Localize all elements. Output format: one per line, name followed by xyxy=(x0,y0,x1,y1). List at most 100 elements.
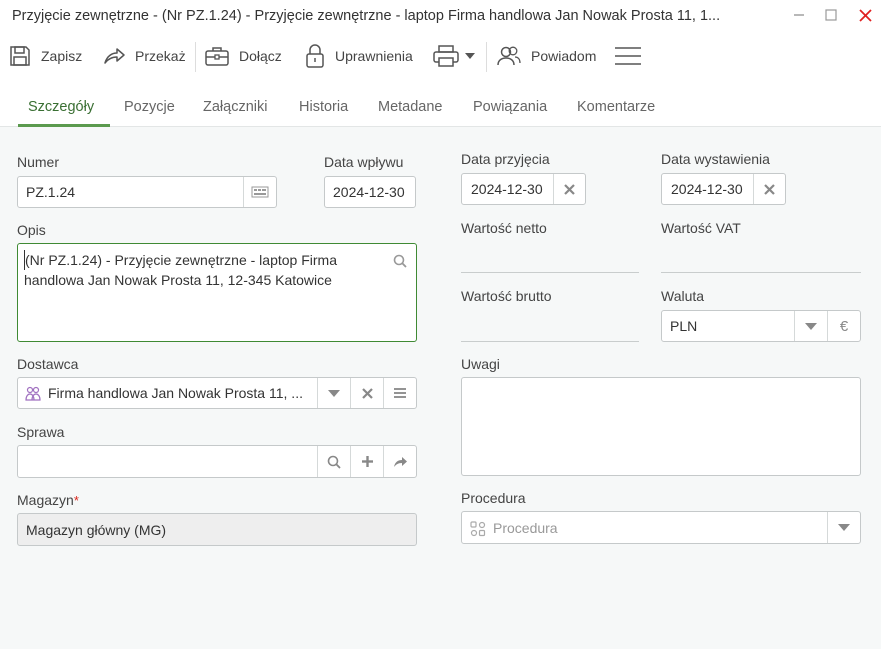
procedura-dropdown-button[interactable] xyxy=(827,512,860,543)
dostawca-dropdown-button[interactable] xyxy=(317,378,350,408)
tab-powiazania[interactable]: Powiązania xyxy=(473,99,547,115)
numer-label: Numer xyxy=(17,154,60,170)
tab-metadane[interactable]: Metadane xyxy=(378,99,443,115)
dostawca-label: Dostawca xyxy=(17,356,79,372)
title-bar: Przyjęcie zewnętrzne - (Nr PZ.1.24) - Pr… xyxy=(0,0,881,32)
wartosc-netto-field[interactable] xyxy=(461,272,639,273)
list-icon xyxy=(394,388,406,398)
wartosc-vat-field[interactable] xyxy=(661,272,861,273)
toolbar-divider xyxy=(195,42,196,72)
sprawa-search-button[interactable] xyxy=(317,446,350,477)
notify-button[interactable]: Powiadom xyxy=(496,40,596,72)
clear-icon xyxy=(361,387,373,399)
users-icon xyxy=(497,46,521,66)
dostawca-value: Firma handlowa Jan Nowak Prosta 11, ... xyxy=(48,385,303,401)
wartosc-brutto-field[interactable] xyxy=(461,341,639,342)
procedura-select[interactable]: Procedura xyxy=(461,511,861,544)
required-marker: * xyxy=(73,493,79,508)
wartosc-vat-label: Wartość VAT xyxy=(661,220,741,236)
briefcase-icon xyxy=(205,47,229,66)
waluta-dropdown-button[interactable] xyxy=(794,311,827,341)
contact-icon xyxy=(25,386,41,405)
data-wplywu-label: Data wpływu xyxy=(324,154,404,170)
share-arrow-icon xyxy=(104,48,125,64)
chevron-down-icon xyxy=(465,53,475,59)
tab-zalaczniki[interactable]: Załączniki xyxy=(203,99,267,115)
toolbar: Zapisz Przekaż Dołącz Uprawnienia Powiad… xyxy=(0,32,881,80)
permissions-label: Uprawnienia xyxy=(335,48,413,64)
notify-label: Powiadom xyxy=(531,48,597,64)
magazyn-value: Magazyn główny (MG) xyxy=(26,521,167,538)
save-label: Zapisz xyxy=(41,48,83,64)
chevron-down-icon xyxy=(838,524,850,531)
attach-button[interactable]: Dołącz xyxy=(204,40,282,72)
tab-komentarze[interactable]: Komentarze xyxy=(577,99,655,115)
data-wplywu-value: 2024-12-30 xyxy=(333,184,405,200)
numer-field[interactable]: PZ.1.24 xyxy=(17,176,277,208)
procedure-icon xyxy=(470,521,486,540)
procedura-placeholder: Procedura xyxy=(493,519,558,536)
numbering-button[interactable] xyxy=(243,177,276,207)
clear-data-wystawienia-button[interactable] xyxy=(753,174,785,204)
data-wystawienia-value: 2024-12-30 xyxy=(671,181,743,197)
printer-icon xyxy=(433,45,459,67)
sprawa-label: Sprawa xyxy=(17,424,65,440)
clear-data-przyjecia-button[interactable] xyxy=(553,174,585,204)
currency-button[interactable]: € xyxy=(827,311,860,341)
uwagi-label: Uwagi xyxy=(461,356,500,372)
close-icon[interactable] xyxy=(854,4,876,26)
data-przyjecia-field[interactable]: 2024-12-30 xyxy=(461,173,586,205)
clear-icon xyxy=(564,183,575,195)
forward-label: Przekaż xyxy=(135,48,186,64)
dostawca-list-button[interactable] xyxy=(383,378,416,408)
save-button[interactable]: Zapisz xyxy=(8,40,82,72)
data-wplywu-field[interactable]: 2024-12-30 xyxy=(324,176,416,208)
magazyn-field: Magazyn główny (MG) xyxy=(17,513,417,546)
search-icon xyxy=(327,455,341,469)
search-icon[interactable] xyxy=(393,254,407,271)
maximize-icon[interactable] xyxy=(820,4,842,26)
opis-label: Opis xyxy=(17,222,46,238)
tab-pozycje[interactable]: Pozycje xyxy=(124,99,175,115)
opis-line-1: (Nr PZ.1.24) - Przyjęcie zewnętrzne - la… xyxy=(24,250,384,270)
procedura-label: Procedura xyxy=(461,490,526,506)
dostawca-field[interactable]: Firma handlowa Jan Nowak Prosta 11, ... xyxy=(17,377,417,409)
data-wystawienia-field[interactable]: 2024-12-30 xyxy=(661,173,786,205)
toolbar-divider xyxy=(486,42,487,72)
tab-historia[interactable]: Historia xyxy=(299,99,348,115)
data-przyjecia-value: 2024-12-30 xyxy=(471,181,543,197)
barcode-icon xyxy=(251,186,269,198)
lock-icon xyxy=(306,44,324,68)
minimize-icon[interactable] xyxy=(788,4,810,26)
opis-line-2: handlowa Jan Nowak Prosta 11, 12-345 Kat… xyxy=(24,272,332,288)
active-tab-indicator xyxy=(18,124,110,127)
data-wystawienia-label: Data wystawienia xyxy=(661,151,770,167)
sprawa-go-button[interactable] xyxy=(383,446,416,477)
sprawa-add-button[interactable] xyxy=(350,446,383,477)
data-przyjecia-label: Data przyjęcia xyxy=(461,151,550,167)
forward-button[interactable]: Przekaż xyxy=(102,40,186,72)
menu-button[interactable] xyxy=(614,40,651,72)
chevron-down-icon xyxy=(805,322,817,330)
attach-label: Dołącz xyxy=(239,48,282,64)
uwagi-textarea[interactable] xyxy=(461,377,861,476)
clear-icon xyxy=(764,183,775,195)
wartosc-netto-label: Wartość netto xyxy=(461,220,547,236)
wartosc-brutto-label: Wartość brutto xyxy=(461,288,552,304)
permissions-button[interactable]: Uprawnienia xyxy=(304,40,413,72)
tab-szczegoly[interactable]: Szczegóły xyxy=(28,99,94,115)
plus-icon xyxy=(361,456,373,467)
opis-text: (Nr PZ.1.24) - Przyjęcie zewnętrzne - la… xyxy=(24,250,384,290)
waluta-label: Waluta xyxy=(661,288,705,304)
tab-bar: Szczegóły Pozycje Załączniki Historia Me… xyxy=(0,80,881,127)
dostawca-clear-button[interactable] xyxy=(350,378,383,408)
chevron-down-icon xyxy=(328,389,340,397)
waluta-select[interactable]: PLN € xyxy=(661,310,861,342)
waluta-value: PLN xyxy=(670,318,698,334)
magazyn-label-text: Magazyn xyxy=(17,492,74,508)
opis-textarea[interactable]: (Nr PZ.1.24) - Przyjęcie zewnętrzne - la… xyxy=(17,243,417,342)
hamburger-icon xyxy=(615,47,641,65)
sprawa-field[interactable] xyxy=(17,445,417,478)
print-button[interactable] xyxy=(432,40,484,72)
numer-value: PZ.1.24 xyxy=(26,184,76,200)
